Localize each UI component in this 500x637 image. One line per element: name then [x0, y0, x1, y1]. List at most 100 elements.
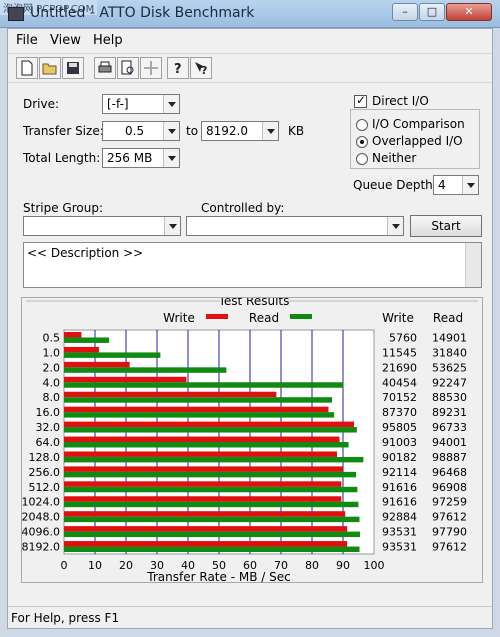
read-bar: [64, 337, 110, 343]
total-length-label: Total Length:: [23, 151, 101, 165]
queue-depth-label: Queue Depth:: [353, 178, 437, 192]
x-tick-label: 80: [305, 559, 319, 572]
write-bar: [64, 511, 346, 517]
read-value: 96468: [432, 466, 467, 479]
to-label: to: [186, 124, 199, 138]
write-value: 91616: [382, 481, 417, 494]
write-value: 91616: [382, 496, 417, 509]
read-value: 98887: [432, 451, 467, 464]
write-bar: [64, 451, 338, 457]
client-area: File View Help ? ? Drive: [-f-] Transfer…: [7, 28, 493, 629]
transfer-from-select[interactable]: 0.5: [102, 121, 180, 141]
read-bar: [64, 471, 357, 478]
window-title: Untitled - ATTO Disk Benchmark: [30, 5, 255, 21]
chevron-down-icon: [163, 122, 179, 140]
new-file-icon[interactable]: [16, 57, 38, 79]
write-value: 5760: [389, 331, 417, 344]
read-value: 97612: [432, 541, 467, 554]
toolbar: ? ?: [8, 53, 492, 83]
read-value: 31840: [432, 346, 467, 359]
chevron-down-icon: [163, 149, 179, 167]
write-bar: [64, 466, 343, 472]
write-value: 93531: [382, 526, 417, 539]
read-bar: [64, 412, 335, 418]
print-preview-icon[interactable]: [117, 57, 139, 79]
write-bar: [64, 361, 130, 368]
read-bar: [64, 382, 344, 388]
status-text: For Help, press F1: [11, 611, 120, 625]
stripe-group-select[interactable]: [23, 216, 181, 236]
transfer-size-label: Transfer Size:: [23, 124, 104, 138]
context-help-icon[interactable]: ?: [190, 57, 212, 79]
y-tick-label: 4.0: [43, 376, 61, 389]
open-folder-icon[interactable]: [39, 57, 61, 79]
read-value: 97790: [432, 526, 467, 539]
x-tick-label: 10: [88, 559, 102, 572]
scrollbar[interactable]: [465, 243, 481, 287]
menu-bar: File View Help: [8, 29, 492, 51]
y-tick-label: 1024.0: [22, 496, 60, 509]
direct-io-checkbox[interactable]: [354, 93, 367, 108]
description-field[interactable]: << Description >>: [23, 242, 482, 288]
read-bar: [64, 546, 360, 552]
y-tick-label: 512.0: [29, 481, 61, 494]
io-comparison-radio[interactable]: [356, 119, 368, 131]
print-icon[interactable]: [94, 57, 116, 79]
move-icon[interactable]: [140, 57, 162, 79]
total-length-select[interactable]: 256 MB: [102, 148, 180, 168]
chevron-down-icon: [164, 217, 180, 235]
write-value: 90182: [382, 451, 417, 464]
write-bar: [64, 391, 277, 398]
y-tick-label: 32.0: [36, 421, 61, 434]
y-tick-label: 2048.0: [22, 511, 60, 524]
read-bar: [64, 442, 349, 448]
write-value: 70152: [382, 391, 417, 404]
neither-label: Neither: [372, 151, 417, 165]
legend-read-label: Read: [249, 311, 279, 325]
read-column-header: Read: [433, 311, 463, 325]
controlled-by-select[interactable]: [186, 216, 404, 236]
write-bar: [64, 376, 187, 383]
kb-unit-label: KB: [288, 124, 305, 138]
close-button[interactable]: ✕: [446, 3, 492, 21]
read-value: 96733: [432, 421, 467, 434]
minimize-button[interactable]: –: [392, 3, 418, 21]
read-value: 96908: [432, 481, 467, 494]
read-bar: [64, 397, 333, 403]
menu-view[interactable]: View: [50, 33, 81, 48]
y-tick-label: 128.0: [29, 451, 61, 464]
save-icon[interactable]: [62, 57, 84, 79]
overlapped-io-radio[interactable]: [356, 136, 368, 148]
maximize-button[interactable]: □: [419, 3, 445, 21]
write-value: 40454: [382, 376, 417, 389]
controlled-by-label: Controlled by:: [201, 201, 285, 215]
read-value: 88530: [432, 391, 467, 404]
write-bar: [64, 332, 82, 338]
menu-file[interactable]: File: [16, 33, 38, 48]
y-tick-label: 64.0: [36, 436, 61, 449]
chevron-down-icon: [262, 122, 278, 140]
drive-select[interactable]: [-f-]: [102, 94, 180, 114]
read-bar: [64, 531, 361, 538]
write-bar: [64, 526, 348, 532]
start-button[interactable]: Start: [410, 215, 482, 237]
y-tick-label: 1.0: [43, 346, 61, 359]
queue-depth-select[interactable]: 4: [433, 175, 479, 195]
menu-help[interactable]: Help: [93, 33, 123, 48]
results-chart: Test Results Write Read Write Read 0 10 20…: [22, 298, 478, 584]
y-tick-label: 8.0: [43, 391, 61, 404]
read-bar: [64, 486, 358, 493]
write-value: 93531: [382, 541, 417, 554]
transfer-to-select[interactable]: 8192.0: [201, 121, 279, 141]
test-results-panel: Test Results Write Read Write Read 0 10 20…: [21, 297, 483, 584]
read-value: 14901: [432, 331, 467, 344]
write-bar: [64, 346, 99, 353]
legend-write-swatch: [206, 314, 228, 319]
help-icon[interactable]: ?: [167, 57, 189, 79]
x-tick-label: 90: [336, 559, 350, 572]
write-column-header: Write: [382, 311, 414, 325]
write-value: 92884: [382, 511, 417, 524]
y-tick-label: 8192.0: [22, 541, 60, 554]
write-value: 11545: [382, 346, 417, 359]
neither-radio[interactable]: [356, 153, 368, 165]
